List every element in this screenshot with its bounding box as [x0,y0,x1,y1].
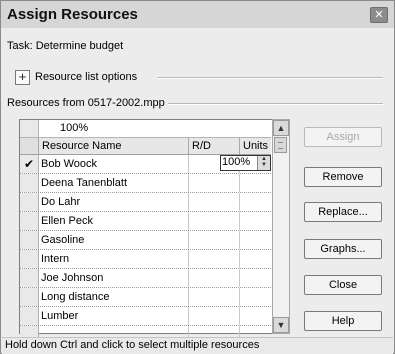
scroll-up-icon[interactable]: ▲ [273,120,289,136]
column-header-label: R/D [192,140,211,152]
table-row[interactable]: Ellen Peck [20,212,271,231]
row-selector[interactable] [20,250,39,268]
header-corner [20,138,39,154]
resource-options-label[interactable]: Resource list options [35,71,137,83]
separator [168,103,383,105]
cell-text: Gasoline [41,234,85,246]
units-spinner-value[interactable]: 100% [222,156,250,168]
assign-button[interactable]: Assign [304,127,382,147]
cell-text: Lumber [41,310,79,322]
table-row[interactable]: Joe Johnson [20,269,271,288]
column-header-units[interactable]: Units [240,138,271,154]
units-spinner[interactable]: ▲ ▼ [257,156,270,170]
scroll-down-icon[interactable]: ▼ [273,317,289,333]
resource-name-cell[interactable]: Gasoline [39,231,189,249]
rd-cell[interactable] [189,269,240,287]
resource-name-cell[interactable]: Do Lahr [39,193,189,211]
graphs-button[interactable]: Graphs... [304,239,382,259]
resource-options-toggle[interactable]: + [15,70,30,85]
table-row[interactable]: Do Lahr [20,193,271,212]
cell-text: Deena Tanenblatt [41,177,128,189]
column-header-label: Units [243,140,269,152]
grid-scrollbar[interactable]: ▲ ▼ [272,119,290,334]
table-row[interactable]: Long distance [20,288,271,307]
cell-text: Intern [41,253,70,265]
cell-text: Do Lahr [41,196,81,208]
entry-value[interactable]: 100% [60,122,88,134]
resource-name-cell[interactable]: Joe Johnson [39,269,189,287]
rd-cell[interactable] [189,288,240,306]
row-selector[interactable] [20,269,39,287]
close-icon[interactable]: ✕ [370,7,388,23]
help-button[interactable]: Help [304,311,382,331]
units-cell[interactable] [240,307,271,325]
column-header-resource-name[interactable]: Resource Name [39,138,189,154]
resource-name-cell[interactable]: Bob Woock [39,155,189,173]
units-cell[interactable] [240,212,271,230]
resource-name-cell[interactable]: Ellen Peck [39,212,189,230]
column-header-label: Resource Name [42,140,122,152]
rd-cell[interactable] [189,212,240,230]
row-selector[interactable] [20,307,39,325]
close-button[interactable]: Close [304,275,382,295]
resource-name-cell[interactable]: Intern [39,250,189,268]
row-selector[interactable] [20,193,39,211]
title-bar[interactable]: Assign Resources ✕ [1,1,394,28]
resource-name-cell[interactable]: Long distance [39,288,189,306]
cell-text: Bob Woock [41,158,98,170]
status-bar: Hold down Ctrl and click to select multi… [2,337,393,354]
row-selector[interactable] [20,212,39,230]
column-header-rd[interactable]: R/D [189,138,240,154]
resource-grid[interactable]: 100% Resource Name R/D Units ✔ Bob Woock… [19,119,273,345]
table-row[interactable]: Gasoline [20,231,271,250]
rd-cell[interactable] [189,193,240,211]
grid-rows: ✔ Bob Woock Deena Tanenblatt Do Lahr Ell… [20,155,271,345]
row-selector[interactable] [20,174,39,192]
units-cell[interactable] [240,269,271,287]
table-row[interactable]: Deena Tanenblatt [20,174,271,193]
rd-cell[interactable] [189,174,240,192]
cell-text: Long distance [41,291,110,303]
table-row[interactable]: Intern [20,250,271,269]
check-mark-icon: ✔ [24,157,35,171]
grid-entry-bar[interactable]: 100% [20,120,271,138]
units-spinner-input[interactable]: 100% ▲ ▼ [220,155,271,171]
replace-button[interactable]: Replace... [304,202,382,222]
resources-from-label: Resources from 0517-2002.mpp [7,97,165,109]
rd-cell[interactable] [189,250,240,268]
assign-resources-dialog: Assign Resources ✕ Task: Determine budge… [0,0,395,354]
task-label: Task: Determine budget [7,40,124,52]
resource-name-cell[interactable]: Lumber [39,307,189,325]
units-cell[interactable] [240,174,271,192]
rd-cell[interactable] [189,307,240,325]
separator [158,77,383,79]
resource-name-cell[interactable]: Deena Tanenblatt [39,174,189,192]
scrollbar-thumb[interactable] [274,137,287,153]
status-text: Hold down Ctrl and click to select multi… [5,339,260,351]
table-row[interactable]: Lumber [20,307,271,326]
spin-down-icon[interactable]: ▼ [261,162,267,168]
units-cell[interactable] [240,288,271,306]
dialog-title: Assign Resources [7,6,138,23]
units-cell[interactable] [240,250,271,268]
remove-button[interactable]: Remove [304,167,382,187]
cell-text: Ellen Peck [41,215,93,227]
row-selector[interactable]: ✔ [20,155,39,173]
units-cell[interactable] [240,231,271,249]
cell-text: Joe Johnson [41,272,104,284]
row-selector[interactable] [20,231,39,249]
entry-corner [20,120,39,137]
row-selector[interactable] [20,288,39,306]
rd-cell[interactable] [189,231,240,249]
units-cell[interactable] [240,193,271,211]
grid-header: Resource Name R/D Units [20,138,271,155]
